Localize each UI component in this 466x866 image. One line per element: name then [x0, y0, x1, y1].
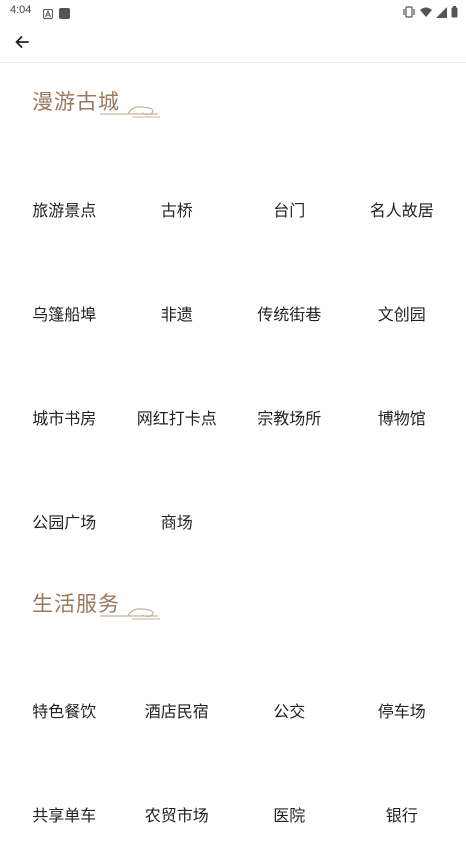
category-item[interactable]: 传统街巷: [233, 301, 346, 325]
category-item[interactable]: 城市书房: [8, 405, 121, 429]
category-item[interactable]: 农贸市场: [121, 802, 234, 826]
status-system-icons: [402, 3, 458, 22]
grid-row: 乌篷船埠 非遗 传统街巷 文创园: [8, 261, 458, 365]
category-item[interactable]: 网红打卡点: [121, 405, 234, 429]
top-app-bar: [0, 24, 466, 63]
category-item[interactable]: 博物馆: [346, 405, 459, 429]
category-item[interactable]: 古桥: [121, 197, 234, 221]
grid-row: 城市书房 网红打卡点 宗教场所 博物馆: [8, 365, 458, 469]
grid-row: 旅游景点 古桥 台门 名人故居: [8, 157, 458, 261]
category-item[interactable]: 特色餐饮: [8, 698, 121, 722]
category-item[interactable]: 共享单车: [8, 802, 121, 826]
category-item[interactable]: 公园广场: [8, 509, 121, 533]
status-bar: 4:04: [0, 0, 466, 22]
grid-row: 公园广场 商场: [8, 469, 458, 573]
signal-icon: [436, 3, 447, 22]
category-item[interactable]: 台门: [233, 197, 346, 221]
section-title: 漫游古城: [32, 90, 120, 114]
category-item[interactable]: 乌篷船埠: [8, 301, 121, 325]
status-notification-icons: [43, 4, 70, 23]
grid-life-services: 特色餐饮 酒店民宿 公交 停车场 共享单车 农贸市场 医院 银行: [8, 658, 458, 866]
wifi-icon: [420, 3, 432, 22]
section-header-life-services: 生活服务: [32, 588, 160, 624]
battery-icon: [451, 3, 458, 22]
grid-row: 共享单车 农贸市场 医院 银行: [8, 762, 458, 866]
category-item[interactable]: 非遗: [121, 301, 234, 325]
status-time: 4:04: [10, 4, 32, 16]
category-item[interactable]: 银行: [346, 802, 459, 826]
category-item[interactable]: 停车场: [346, 698, 459, 722]
grid-row: 特色餐饮 酒店民宿 公交 停车场: [8, 658, 458, 762]
arrow-left-icon: [15, 36, 29, 48]
notification-a-icon: [43, 4, 53, 23]
category-item[interactable]: 宗教场所: [233, 405, 346, 429]
grid-old-town: 旅游景点 古桥 台门 名人故居 乌篷船埠 非遗 传统街巷 文创园 城市书房 网红…: [8, 157, 458, 573]
section-header-old-town: 漫游古城: [32, 86, 160, 122]
category-item[interactable]: 名人故居: [346, 197, 459, 221]
category-item[interactable]: 医院: [233, 802, 346, 826]
category-item[interactable]: 酒店民宿: [121, 698, 234, 722]
category-item[interactable]: 商场: [121, 509, 234, 533]
category-item[interactable]: 旅游景点: [8, 197, 121, 221]
vibrate-icon: [402, 3, 416, 22]
category-item[interactable]: 公交: [233, 698, 346, 722]
notification-app-icon: [59, 4, 70, 23]
category-item[interactable]: 文创园: [346, 301, 459, 325]
back-button[interactable]: [8, 28, 36, 56]
section-title: 生活服务: [32, 592, 120, 616]
